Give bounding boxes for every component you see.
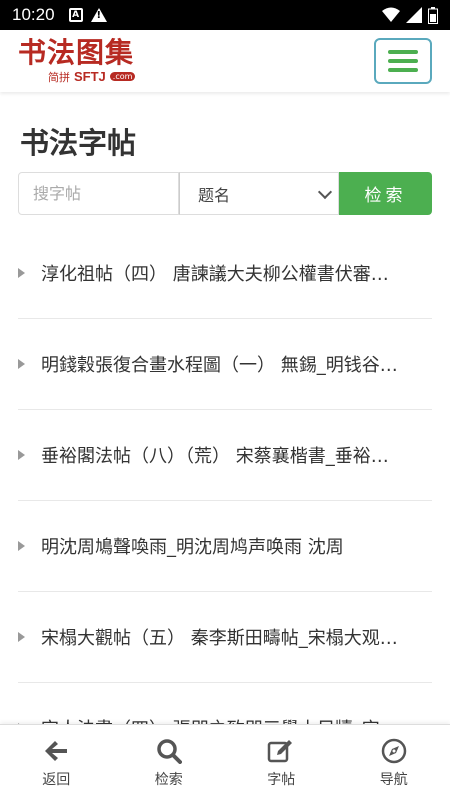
nav-back-label: 返回 [42, 771, 71, 788]
status-notifications: A [68, 8, 107, 22]
list-item[interactable]: 宋榻大觀帖（五） 秦李斯田疇帖_宋榻大观… [18, 592, 432, 683]
logo-sub-en: SFTJ [74, 69, 106, 84]
status-time: 10:20 [12, 5, 55, 24]
edit-icon [267, 737, 295, 765]
list-item-title[interactable]: 明沈周鳩聲喚雨_明沈周鸠声唤雨 沈周 [41, 533, 344, 559]
notification-app-icon: A [68, 8, 83, 22]
list-item-title[interactable]: 淳化祖帖（四） 唐諫議大夫柳公權書伏審… [41, 260, 389, 286]
nav-back[interactable]: 返回 [0, 725, 113, 800]
status-bar: 10:20 A [0, 0, 450, 30]
logo-subtitle: 简拼 SFTJ .com [48, 69, 136, 85]
hamburger-icon [388, 50, 418, 54]
caret-right-icon [18, 450, 25, 460]
status-system-icons [382, 6, 438, 24]
chevron-down-icon [317, 184, 333, 200]
wifi-icon [382, 7, 400, 22]
page-title: 书法字帖 [20, 126, 137, 160]
search-field-selected-value: 题名 [198, 185, 231, 205]
caret-right-icon [18, 268, 25, 278]
copybook-list: 淳化祖帖（四） 唐諫議大夫柳公權書伏審… 明錢穀張復合畫水程圖（一） 無錫_明钱… [18, 228, 432, 774]
caret-right-icon [18, 359, 25, 369]
bottom-nav: 返回 检索 字帖 导航 [0, 724, 450, 800]
signal-icon [406, 7, 422, 23]
nav-copybook-label: 字帖 [267, 771, 296, 788]
caret-right-icon [18, 632, 25, 642]
list-item[interactable]: 明沈周鳩聲喚雨_明沈周鸠声唤雨 沈周 [18, 501, 432, 592]
nav-search-label: 检索 [154, 771, 183, 788]
logo-sub-cn: 简拼 [48, 70, 70, 84]
search-field-select[interactable]: 题名 [179, 172, 339, 215]
list-item[interactable]: 垂裕閣法帖（八）（荒） 宋蔡襄楷書_垂裕… [18, 410, 432, 501]
list-item-title[interactable]: 垂裕閣法帖（八）（荒） 宋蔡襄楷書_垂裕… [41, 442, 389, 468]
list-item-title[interactable]: 明錢穀張復合畫水程圖（一） 無錫_明钱谷… [41, 351, 398, 377]
nav-search[interactable]: 检索 [113, 725, 226, 800]
arrow-left-icon [42, 737, 70, 765]
list-item-title[interactable]: 宋榻大觀帖（五） 秦李斯田疇帖_宋榻大观… [41, 624, 398, 650]
logo-sub-com: .com [109, 72, 136, 81]
hamburger-icon-bar [388, 68, 418, 72]
site-logo[interactable]: 书法图集 简拼 SFTJ .com [18, 35, 136, 85]
search-bar: 题名 检索 [18, 172, 432, 215]
search-icon [155, 737, 183, 765]
hamburger-icon-bar [388, 59, 418, 63]
search-input[interactable] [18, 172, 179, 215]
nav-copybook[interactable]: 字帖 [225, 725, 338, 800]
caret-right-icon [18, 541, 25, 551]
warning-icon [90, 8, 107, 22]
logo-title: 书法图集 [18, 35, 135, 69]
compass-icon [380, 737, 408, 765]
app-header: 书法图集 简拼 SFTJ .com [0, 30, 450, 92]
menu-button[interactable] [374, 38, 432, 84]
battery-icon [428, 6, 438, 24]
list-item[interactable]: 淳化祖帖（四） 唐諫議大夫柳公權書伏審… [18, 228, 432, 319]
nav-navigate[interactable]: 导航 [338, 725, 450, 800]
list-item[interactable]: 明錢穀張復合畫水程圖（一） 無錫_明钱谷… [18, 319, 432, 410]
nav-navigate-label: 导航 [379, 771, 408, 788]
search-button[interactable]: 检索 [339, 172, 432, 215]
